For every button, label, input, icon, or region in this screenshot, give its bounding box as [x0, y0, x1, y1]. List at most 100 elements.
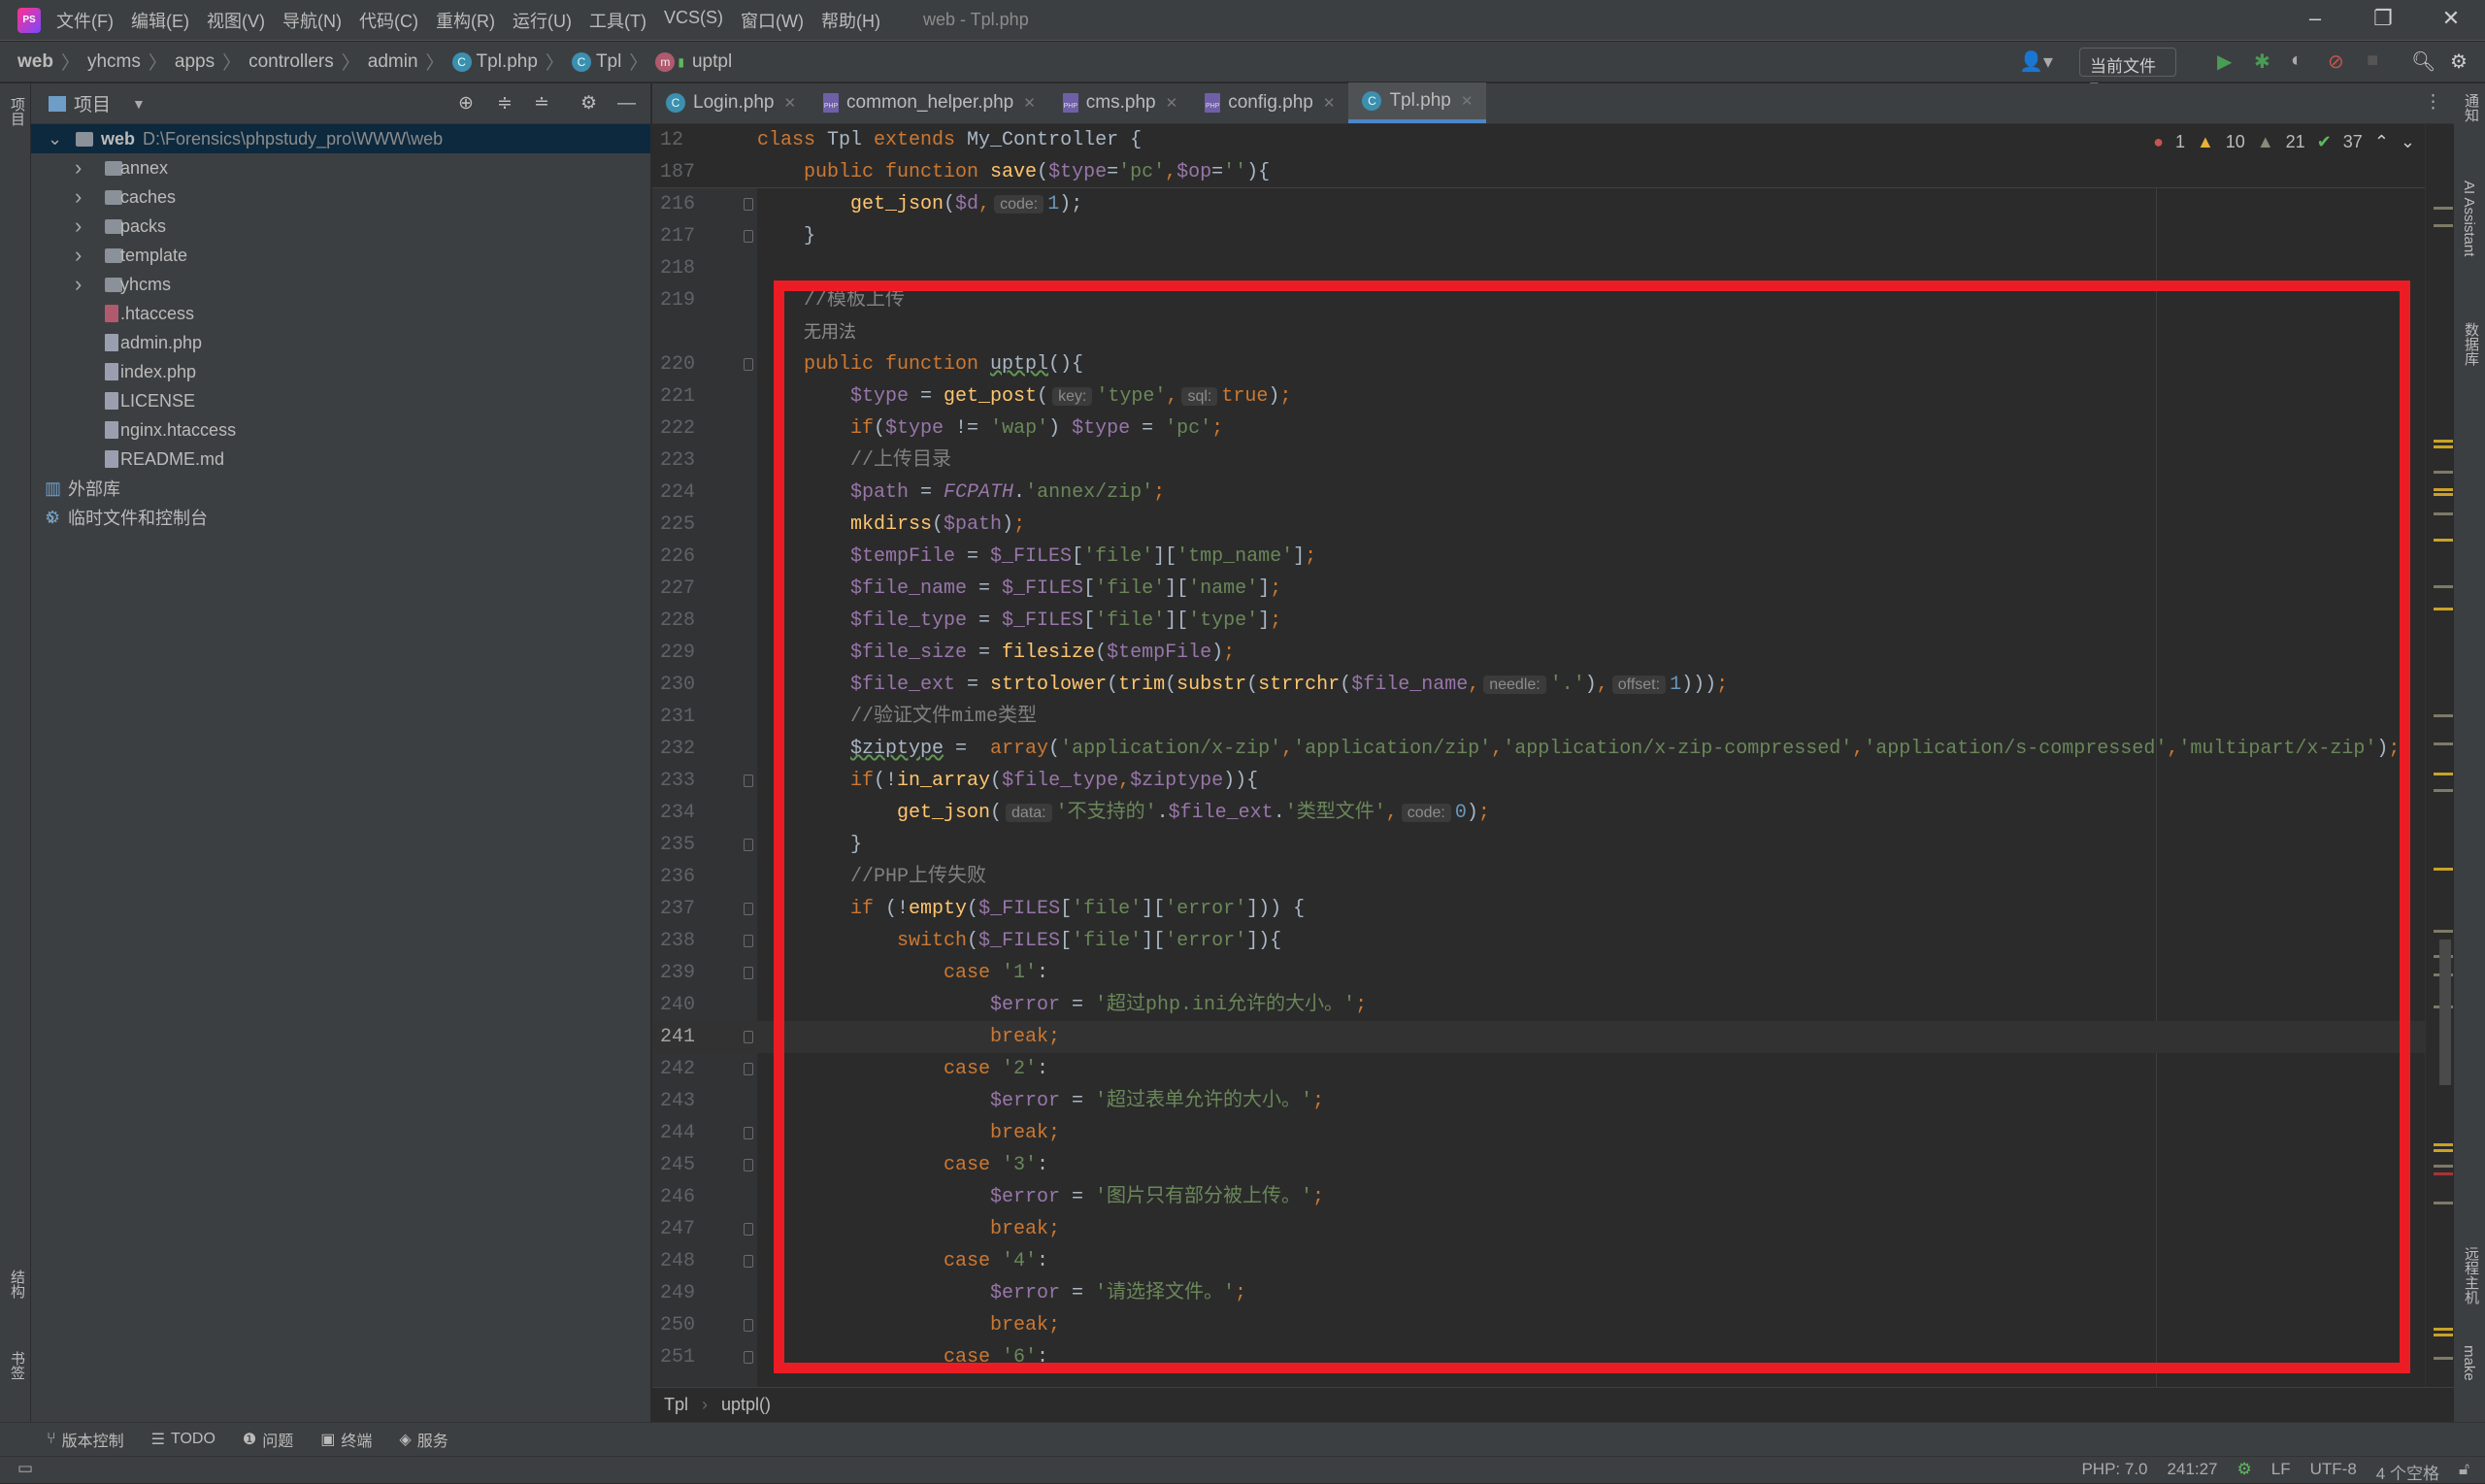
run-config-select[interactable]: 当前文件 ▾ — [2079, 48, 2176, 95]
menu-item[interactable]: 文件(F) — [56, 8, 114, 33]
ai-assistant-tool-button[interactable]: AI Assistant — [2461, 181, 2477, 256]
structure-tool-button[interactable]: 结构 — [7, 1270, 27, 1299]
breadcrumb-item[interactable]: apps 〉 — [175, 49, 248, 75]
next-problem-icon[interactable]: ⌄ — [2401, 132, 2415, 152]
fold-marker-icon[interactable] — [744, 1063, 753, 1075]
expand-all-icon[interactable]: ≑ — [497, 92, 513, 115]
menu-item[interactable]: 代码(C) — [359, 8, 418, 33]
chevron-right-icon[interactable]: › — [75, 155, 82, 181]
menu-item[interactable]: 视图(V) — [207, 8, 265, 33]
tab-config-php[interactable]: PHP config.php ✕ — [1191, 82, 1348, 123]
fold-marker-icon[interactable] — [744, 775, 753, 787]
tree-item-annex[interactable]: › annex — [31, 153, 650, 182]
fold-marker-icon[interactable] — [744, 198, 753, 211]
tree-item-[interactable]: › ⚙ 临时文件和控制台 — [31, 503, 650, 532]
tool-window-list[interactable]: ☰ TODO — [151, 1430, 215, 1449]
hide-panel-icon[interactable]: — — [617, 93, 636, 115]
fold-marker-icon[interactable] — [744, 839, 753, 851]
database-tool-button[interactable]: 数据库 — [2461, 322, 2481, 366]
more-tabs-icon[interactable]: ⋮ — [2424, 91, 2442, 114]
tool-window-services[interactable]: ◈ 服务 — [399, 1428, 447, 1451]
lock-icon[interactable]: 🔓︎ — [2459, 1460, 2469, 1484]
user-icon[interactable]: 👤▾ — [2019, 49, 2053, 74]
tree-item-template[interactable]: › template — [31, 241, 650, 270]
tab-cms-php[interactable]: PHP cms.php ✕ — [1049, 82, 1191, 123]
fold-marker-icon[interactable] — [744, 1127, 753, 1139]
menu-item[interactable]: 窗口(W) — [741, 8, 804, 33]
fold-marker-icon[interactable] — [744, 1223, 753, 1236]
fold-marker-icon[interactable] — [744, 358, 753, 371]
line-separator[interactable]: LF — [2271, 1460, 2291, 1484]
breadcrumb-item[interactable]: admin 〉 — [368, 49, 452, 75]
breadcrumb-item[interactable]: C Tpl.php 〉 — [451, 49, 572, 75]
fold-marker-icon[interactable] — [744, 935, 753, 947]
project-tool-button[interactable]: 项目 — [7, 97, 27, 126]
crumb-method[interactable]: uptpl() — [721, 1395, 771, 1415]
breadcrumb-item[interactable]: yhcms 〉 — [87, 49, 175, 75]
problems-indicator[interactable]: ● 1 ▲ 10 ▲ 21 ✔ 37 ⌃ ⌄ — [2153, 132, 2415, 152]
breadcrumb-item[interactable]: m ▮ uptpl — [655, 49, 732, 75]
menu-item[interactable]: 帮助(H) — [821, 8, 880, 33]
prev-problem-icon[interactable]: ⌃ — [2374, 132, 2389, 152]
project-view-select[interactable]: 项目 — [74, 90, 111, 116]
bookmarks-tool-button[interactable]: 书签 — [7, 1351, 27, 1380]
fold-marker-icon[interactable] — [744, 1255, 753, 1268]
chevron-right-icon[interactable]: › — [75, 243, 82, 268]
tree-item-packs[interactable]: › packs — [31, 212, 650, 241]
fold-marker-icon[interactable] — [744, 1031, 753, 1043]
collapse-all-icon[interactable]: ≐ — [534, 92, 549, 115]
run-icon[interactable]: ▶ — [2217, 49, 2232, 74]
breadcrumb-item[interactable]: web 〉 — [17, 49, 87, 75]
code-editor[interactable]: ● 1 ▲ 10 ▲ 21 ✔ 37 ⌃ ⌄ 12 class Tpl extends M… — [652, 124, 2425, 1387]
breadcrumb-item[interactable]: C Tpl 〉 — [571, 49, 655, 75]
minimize-button[interactable]: – — [2301, 6, 2330, 31]
indent-setting[interactable]: 4 个空格 — [2376, 1460, 2439, 1484]
menu-item[interactable]: 导航(N) — [282, 8, 342, 33]
tool-window-terminal[interactable]: ▣ 终端 — [320, 1428, 372, 1451]
coverage-icon[interactable]: ◐ — [2291, 49, 2303, 72]
menu-item[interactable]: 工具(T) — [589, 8, 646, 33]
close-tab-icon[interactable]: ✕ — [1461, 92, 1474, 110]
close-tab-icon[interactable]: ✕ — [1166, 94, 1178, 112]
profile-icon[interactable]: ⊘ — [2328, 49, 2344, 74]
fold-marker-icon[interactable] — [744, 230, 753, 243]
tree-item-READMEmd[interactable]: README.md — [31, 445, 650, 474]
close-window-button[interactable]: ✕ — [2436, 6, 2466, 31]
fold-marker-icon[interactable] — [744, 967, 753, 979]
tree-item-adminphp[interactable]: admin.php — [31, 328, 650, 357]
caret-position[interactable]: 241:27 — [2168, 1460, 2218, 1484]
remote-host-tool-button[interactable]: 远程主机 — [2461, 1246, 2481, 1304]
tab-Tpl-php[interactable]: C Tpl.php ✕ — [1348, 82, 1487, 123]
tree-item-htaccess[interactable]: .htaccess — [31, 299, 650, 328]
close-tab-icon[interactable]: ✕ — [1323, 94, 1336, 112]
chevron-down-icon[interactable]: ▼ — [132, 96, 146, 112]
tab-Login-php[interactable]: C Login.php ✕ — [652, 82, 810, 123]
tree-item-web[interactable]: ⌄ web D:\Forensics\phpstudy_pro\WWW\web — [31, 124, 650, 153]
tree-item-[interactable]: ▥ 外部库 — [31, 474, 650, 503]
settings-gear-icon[interactable]: ⚙ — [2450, 49, 2468, 74]
fold-marker-icon[interactable] — [744, 1319, 753, 1332]
chevron-right-icon[interactable]: › — [75, 184, 82, 210]
scrollbar-thumb[interactable] — [2439, 940, 2451, 1085]
tree-item-LICENSE[interactable]: LICENSE — [31, 386, 650, 415]
inspection-icon[interactable]: ⚙ — [2237, 1460, 2252, 1484]
file-encoding[interactable]: UTF-8 — [2310, 1460, 2357, 1484]
notifications-tool-button[interactable]: 通知 — [2461, 93, 2481, 122]
chevron-right-icon[interactable]: › — [75, 214, 82, 239]
tree-item-caches[interactable]: › caches — [31, 182, 650, 212]
menu-item[interactable]: 运行(U) — [513, 8, 572, 33]
error-stripe-scrollbar[interactable] — [2425, 124, 2454, 1387]
tool-window-problem[interactable]: ❶ 问题 — [243, 1428, 293, 1451]
search-icon[interactable]: 🔍︎ — [2411, 49, 2435, 74]
fold-marker-icon[interactable] — [744, 903, 753, 915]
toggle-tool-windows-icon[interactable]: ▭ — [17, 1459, 33, 1478]
close-tab-icon[interactable]: ✕ — [1023, 94, 1036, 112]
tree-item-yhcms[interactable]: › yhcms — [31, 270, 650, 299]
debug-icon[interactable]: ✱ — [2254, 49, 2270, 74]
tool-window-branch[interactable]: ⑂ 版本控制 — [47, 1428, 124, 1451]
stop-icon[interactable]: ■ — [2367, 49, 2378, 72]
fold-marker-icon[interactable] — [744, 1159, 753, 1171]
php-version[interactable]: PHP: 7.0 — [2081, 1460, 2147, 1484]
crumb-class[interactable]: Tpl — [664, 1395, 688, 1415]
menu-item[interactable]: VCS(S) — [664, 8, 723, 33]
